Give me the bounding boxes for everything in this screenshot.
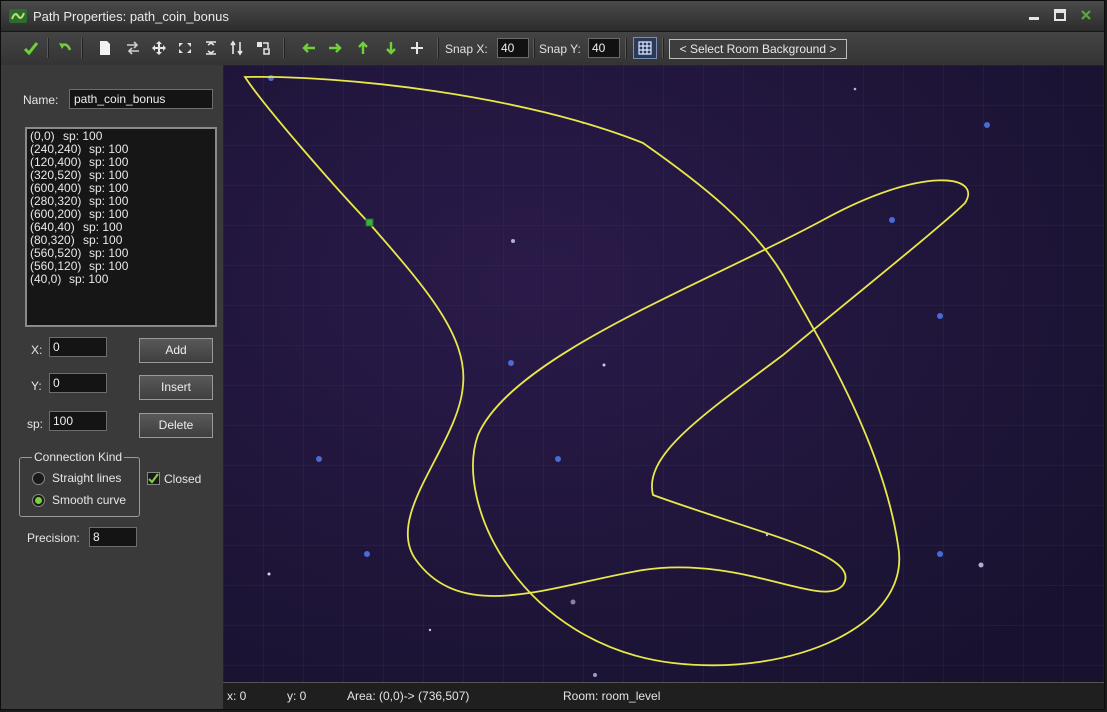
reverse-arrows-icon	[127, 41, 139, 55]
toolbar-separator	[81, 38, 83, 58]
center-view-button[interactable]	[405, 37, 429, 59]
arrow-right-icon	[329, 43, 342, 53]
x-coordinate-input[interactable]	[49, 337, 107, 357]
status-bar: x: 0 y: 0 Area: (0,0)-> (736,507) Room: …	[223, 682, 1104, 709]
straight-lines-label[interactable]: Straight lines	[52, 471, 121, 485]
closed-checkbox[interactable]	[147, 472, 160, 485]
close-button[interactable]	[1074, 6, 1098, 24]
connection-kind-group: Connection Kind Straight lines Smooth cu…	[19, 450, 140, 517]
name-label: Name:	[23, 93, 59, 107]
shift-path-button[interactable]	[147, 37, 171, 59]
scale-path-button[interactable]	[251, 37, 275, 59]
status-room: Room: room_level	[563, 689, 661, 703]
add-point-button[interactable]: Add	[139, 338, 213, 363]
rotate-path-button[interactable]	[225, 37, 249, 59]
smooth-curve-radio[interactable]	[32, 494, 45, 507]
status-x: x: 0	[227, 689, 247, 703]
ok-button[interactable]	[19, 37, 43, 59]
snap-y-input[interactable]	[588, 38, 620, 58]
move-cross-icon	[152, 41, 166, 55]
arrow-left-icon	[302, 43, 315, 53]
path-canvas-svg[interactable]	[223, 65, 1104, 682]
delete-point-button[interactable]: Delete	[139, 413, 213, 438]
toolbar: Snap X: Snap Y: < Select Room Background…	[1, 32, 1104, 66]
x-label: X:	[31, 343, 43, 357]
mirror-horizontal-icon	[179, 43, 191, 53]
y-label: Y:	[31, 379, 42, 393]
closed-label[interactable]: Closed	[164, 472, 201, 486]
selected-path-point[interactable]	[365, 218, 374, 227]
path-point-speed: sp: 100	[69, 272, 109, 286]
flip-vertical-icon	[206, 41, 216, 55]
shift-down-button[interactable]	[379, 37, 403, 59]
arrow-up-icon	[358, 41, 368, 54]
snap-x-input[interactable]	[497, 38, 529, 58]
crosshair-icon	[411, 42, 423, 54]
shift-right-button[interactable]	[323, 37, 347, 59]
app-icon	[9, 9, 27, 23]
precision-label: Precision:	[27, 531, 80, 545]
toolbar-separator	[437, 38, 439, 58]
new-page-icon	[100, 41, 110, 55]
minimize-button[interactable]	[1022, 6, 1046, 24]
window-title: Path Properties: path_coin_bonus	[33, 9, 229, 24]
status-area: Area: (0,0)-> (736,507)	[347, 689, 470, 703]
flip-vertical-button[interactable]	[199, 37, 223, 59]
path-point-row[interactable]: (40,0) sp: 100	[30, 273, 212, 286]
path-canvas[interactable]	[223, 65, 1104, 682]
maximize-icon	[1054, 9, 1066, 21]
precision-input[interactable]	[89, 527, 137, 547]
toolbar-separator	[283, 38, 285, 58]
toggle-grid-button[interactable]	[633, 37, 657, 59]
reverse-path-button[interactable]	[121, 37, 145, 59]
path-name-input[interactable]	[69, 89, 213, 109]
toolbar-separator	[662, 38, 664, 58]
undo-icon	[59, 43, 72, 51]
clear-path-button[interactable]	[93, 37, 117, 59]
scale-icon	[257, 42, 270, 55]
grid-icon	[638, 41, 652, 55]
insert-point-button[interactable]: Insert	[139, 375, 213, 400]
y-coordinate-input[interactable]	[49, 373, 107, 393]
smooth-curve-label[interactable]: Smooth curve	[52, 493, 126, 507]
close-icon	[1081, 10, 1091, 20]
path-points-list[interactable]: (0,0) sp: 100 (240,240) sp: 100 (120,400) sp:…	[25, 127, 217, 327]
room-background-select[interactable]: < Select Room Background >	[669, 39, 847, 59]
arrow-down-icon	[386, 42, 396, 55]
shift-left-button[interactable]	[297, 37, 321, 59]
path-sidebar: Name: (0,0)sp: 100(240,240)sp: 100(120,4…	[1, 65, 223, 709]
snap-y-label: Snap Y:	[539, 42, 581, 56]
speed-input[interactable]	[49, 411, 107, 431]
path-point-coord: (40,0)	[30, 272, 62, 286]
path-properties-window: Path Properties: path_coin_bonus Snap X:…	[0, 0, 1105, 710]
window-controls	[1022, 6, 1098, 26]
checkmark-icon	[23, 42, 39, 56]
title-bar[interactable]: Path Properties: path_coin_bonus	[1, 1, 1104, 32]
connection-kind-label: Connection Kind	[32, 450, 125, 464]
undo-button[interactable]	[53, 37, 77, 59]
snap-x-label: Snap X:	[445, 42, 488, 56]
toolbar-separator	[533, 38, 535, 58]
status-y: y: 0	[287, 689, 307, 703]
maximize-button[interactable]	[1048, 6, 1072, 24]
toolbar-separator	[625, 38, 627, 58]
straight-lines-radio[interactable]	[32, 472, 45, 485]
toolbar-separator	[47, 38, 49, 58]
speed-label: sp:	[27, 417, 44, 431]
shift-up-button[interactable]	[351, 37, 375, 59]
minimize-icon	[1029, 17, 1039, 20]
rotate-icon	[230, 40, 243, 56]
mirror-horizontal-button[interactable]	[173, 37, 197, 59]
